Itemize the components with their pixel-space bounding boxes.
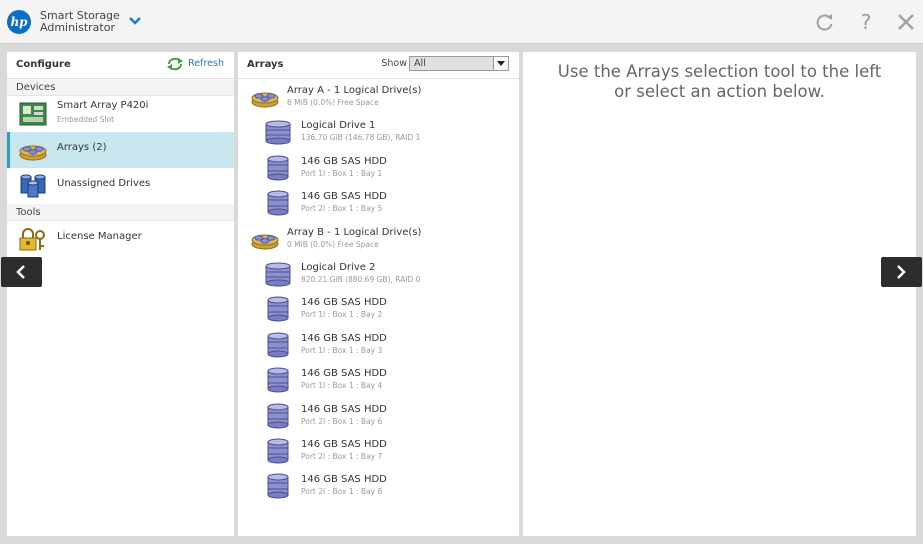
tree-row-physical-drive[interactable]: 146 GB SAS HDD Port 1I : Box 1 : Bay 3 [238,328,519,363]
hard-drive-icon [263,155,293,181]
hard-drive-icon [263,473,293,499]
empty-message: Use the Arrays selection tool to the lef… [523,62,916,102]
tree-row-array[interactable]: Array A - 1 Logical Drive(s) 6 MiB (0.0%)… [238,80,519,115]
nav-item-license-manager[interactable]: License Manager [7,221,234,257]
close-icon[interactable] [896,12,916,32]
tree-row-sub: 0 MiB (0.0%) Free Space [287,239,379,249]
license-icon [19,228,45,251]
hard-drive-icon [263,438,293,464]
chevron-left-icon [16,265,25,279]
tree-row-sub: Port 2I : Box 1 : Bay 7 [301,452,383,461]
details-panel: Use the Arrays selection tool to the lef… [523,52,916,536]
tree-row-sub: Port 2I : Box 1 : Bay 5 [301,204,383,214]
refresh-icon[interactable] [815,12,835,32]
tree-row-sub: Port 1I : Box 1 : Bay 1 [301,168,383,178]
tree-row-name: 146 GB SAS HDD [301,297,387,309]
logical-drive-icon [263,119,293,145]
app-title-line2: Administrator [40,21,115,34]
tree-row-name: 146 GB SAS HDD [301,368,387,380]
configure-panel: Configure Refresh Devices Smart Array P4… [7,52,234,536]
tree-row-name: Logical Drive 2 [301,262,376,273]
tree-row-physical-drive[interactable]: 146 GB SAS HDD Port 2I : Box 1 : Bay 6 [238,399,519,434]
hard-drive-icon [263,296,293,322]
controller-icon [19,102,47,126]
tree-row-name: 146 GB SAS HDD [301,155,387,167]
tree-row-sub: 6 MiB (0.0%) Free Space [287,98,379,107]
configure-header: Configure Refresh [7,52,234,79]
tree-row-sub: Port 1I : Box 1 : Bay 3 [301,345,383,355]
show-label: Show [381,58,407,69]
tree-row-sub: 820.21 GiB (880.69 GB), RAID 0 [301,275,421,284]
tree-row-physical-drive[interactable]: 146 GB SAS HDD Port 1I : Box 1 : Bay 4 [238,363,519,398]
tree-row-name: Array A - 1 Logical Drive(s) [287,85,422,96]
tree-row-logical-drive[interactable]: Logical Drive 1 136.70 GiB (146.78 GB), R… [238,115,519,150]
nav-item-label: Arrays (2) [57,142,107,153]
hard-drive-icon [263,403,293,429]
hard-drive-icon [263,190,293,216]
refresh-label: Refresh [188,58,224,69]
chevron-right-icon [897,265,906,279]
nav-item-label: License Manager [57,231,142,242]
array-icon [250,226,280,252]
array-icon [250,84,280,110]
show-select[interactable]: All [409,56,509,71]
empty-message-line2: or select an action below. [614,82,825,101]
tree-row-name: 146 GB SAS HDD [301,403,387,415]
tree-row-array[interactable]: Array B - 1 Logical Drive(s) 0 MiB (0.0%)… [238,222,519,257]
hard-drive-icon [263,367,293,393]
tree-row-name: 146 GB SAS HDD [301,474,387,486]
hard-drive-icon [263,332,293,358]
devices-section-label: Devices [7,79,234,96]
logical-drive-icon [263,261,293,287]
tree-row-name: Array B - 1 Logical Drive(s) [287,226,422,238]
tree-row-sub: Port 1I : Box 1 : Bay 4 [301,381,383,391]
top-bar: hp Smart Storage Administrator ? [0,0,923,44]
tree-row-physical-drive[interactable]: 146 GB SAS HDD Port 2I : Box 1 : Bay 8 [238,469,519,504]
tree-row-sub: Port 2I : Box 1 : Bay 8 [301,487,383,497]
chevron-down-icon[interactable] [128,14,142,28]
tree-row-sub: Port 2I : Box 1 : Bay 6 [301,416,383,426]
tree-row-physical-drive[interactable]: 146 GB SAS HDD Port 2I : Box 1 : Bay 7 [238,434,519,469]
tree-row-sub: 136.70 GiB (146.78 GB), RAID 1 [301,133,421,143]
arrays-header: Arrays Show All [238,52,519,79]
help-icon[interactable]: ? [856,12,876,32]
tree-row-physical-drive[interactable]: 146 GB SAS HDD Port 1I : Box 1 : Bay 1 [238,151,519,186]
next-button[interactable] [881,257,922,287]
nav-item-unassigned-drives[interactable]: Unassigned Drives [7,168,234,204]
tree-row-physical-drive[interactable]: 146 GB SAS HDD Port 2I : Box 1 : Bay 5 [238,186,519,221]
tree-row-logical-drive[interactable]: Logical Drive 2 820.21 GiB (880.69 GB), R… [238,257,519,292]
arrays-icon [19,145,47,161]
tree-row-name: 146 GB SAS HDD [301,439,387,450]
configure-title: Configure [16,59,71,70]
empty-message-line1: Use the Arrays selection tool to the lef… [557,62,882,81]
nav-item-label: Unassigned Drives [57,178,151,189]
arrays-title: Arrays [247,59,284,70]
hp-logo: hp [7,10,31,34]
refresh-link[interactable]: Refresh [167,57,224,71]
tree-row-name: Logical Drive 1 [301,120,376,132]
tree-row-physical-drive[interactable]: 146 GB SAS HDD Port 1I : Box 1 : Bay 2 [238,292,519,327]
nav-item-sub: Embedded Slot [57,115,115,124]
unassigned-drives-icon [20,174,46,198]
tree-row-sub: Port 1I : Box 1 : Bay 2 [301,310,383,320]
tree-row-name: 146 GB SAS HDD [301,191,387,203]
previous-button[interactable] [1,257,42,287]
nav-item-arrays[interactable]: Arrays (2) [7,132,234,168]
show-select-value: All [414,58,426,69]
tools-section-label: Tools [7,204,234,221]
app-title: Smart Storage Administrator [40,10,120,34]
tree-row-name: 146 GB SAS HDD [301,332,387,344]
refresh-arrows-icon [167,57,184,71]
dropdown-arrow-icon [493,57,508,70]
nav-item-label: Smart Array P420i [57,100,149,111]
nav-item-smart-array[interactable]: Smart Array P420i Embedded Slot [7,96,234,132]
arrays-panel: Arrays Show All Array A - 1 Logical Driv… [238,52,519,536]
